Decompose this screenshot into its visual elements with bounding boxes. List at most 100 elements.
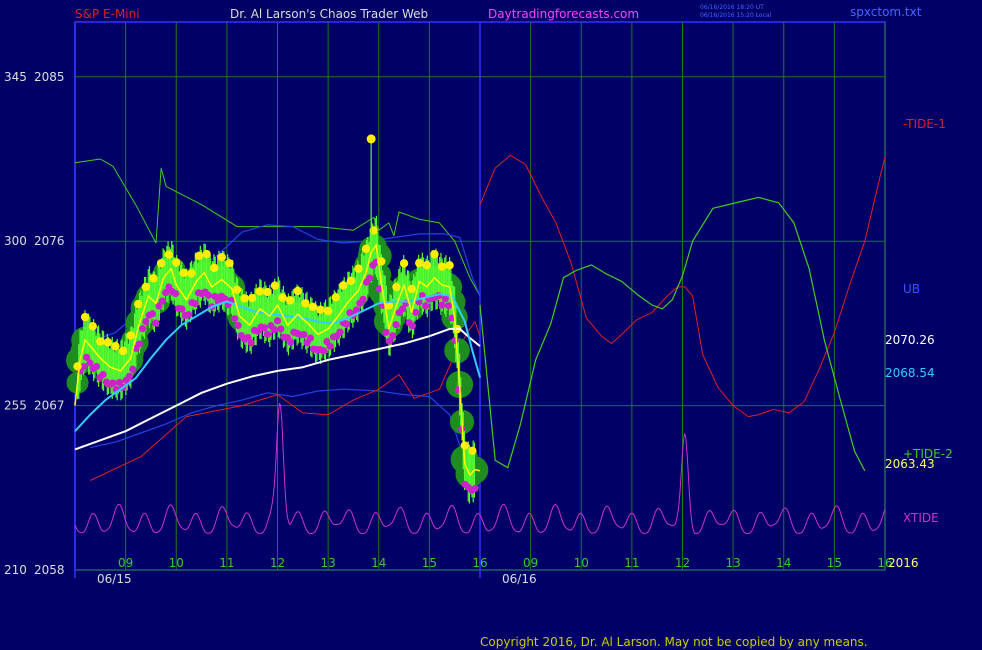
high-marker: [399, 259, 409, 268]
high-marker: [407, 284, 416, 294]
low-marker: [273, 317, 282, 325]
high-marker: [339, 281, 348, 290]
low-marker: [359, 295, 367, 303]
low-marker: [277, 325, 285, 333]
low-marker: [306, 334, 315, 342]
author-title: Dr. Al Larson's Chaos Trader Web: [230, 7, 428, 21]
tide2-line: [479, 196, 866, 472]
high-marker: [422, 261, 432, 270]
high-marker: [194, 251, 204, 261]
high-marker: [210, 263, 219, 273]
low-marker: [382, 328, 390, 336]
high-marker: [103, 338, 113, 347]
low-marker: [99, 370, 107, 379]
low-marker: [471, 484, 479, 493]
low-marker: [451, 336, 459, 345]
low-marker: [234, 321, 242, 329]
low-marker: [138, 325, 147, 333]
high-marker: [415, 258, 424, 268]
x-tick-label: 09: [523, 556, 538, 570]
high-marker: [301, 299, 310, 308]
high-marker: [80, 312, 90, 322]
high-marker: [285, 296, 295, 305]
low-marker: [152, 319, 160, 327]
x-tick-label: 14: [776, 556, 791, 570]
y-tick-label-a: 345: [4, 70, 27, 84]
high-marker: [217, 253, 227, 262]
high-marker: [316, 305, 325, 314]
high-marker: [437, 262, 447, 271]
low-marker: [191, 300, 199, 308]
high-marker: [96, 337, 105, 346]
y-tick-label-a: 255: [4, 399, 27, 413]
x-tick-label: 11: [624, 556, 639, 570]
tide1-label: -TIDE-1: [903, 117, 946, 131]
x-tick-label: 13: [320, 556, 335, 570]
low-marker: [412, 308, 420, 316]
low-marker: [158, 297, 166, 305]
ub-label: UB: [903, 282, 920, 296]
timestamp-ut: 06/16/2016 18:20 UT: [700, 4, 764, 11]
y-tick-label-b: 2076: [34, 234, 65, 248]
x-tick-label: 15: [422, 556, 437, 570]
day-label: 06/15: [97, 572, 132, 586]
copyright-text: Copyright 2016, Dr. Al Larson. May not b…: [480, 635, 868, 649]
high-marker: [392, 282, 401, 292]
y-tick-label-b: 2058: [34, 563, 65, 577]
y-tick-label-a: 210: [4, 563, 27, 577]
high-marker: [346, 276, 356, 286]
x-tick-label: 13: [725, 556, 740, 570]
x-tick-label: 11: [219, 556, 234, 570]
low-marker: [343, 320, 351, 328]
high-marker: [460, 441, 470, 450]
data-file-label: spxctom.txt: [850, 5, 922, 19]
high-marker: [361, 244, 371, 254]
day-label: 06/16: [502, 572, 537, 586]
x-tick-label: 12: [270, 556, 285, 570]
high-marker: [247, 293, 257, 303]
low-marker: [264, 330, 272, 338]
low-marker: [204, 291, 212, 299]
low-marker: [287, 338, 295, 346]
low-marker: [129, 365, 137, 373]
low-marker: [109, 379, 117, 387]
low-marker: [326, 342, 334, 350]
x-tick-label: 10: [169, 556, 184, 570]
high-marker: [134, 299, 143, 309]
band-lower-line: [90, 388, 481, 490]
xtide-label: XTIDE: [903, 511, 939, 525]
low-marker: [445, 302, 453, 310]
high-marker: [308, 302, 318, 312]
low-marker: [171, 289, 180, 298]
last-price-value: 2063.43: [885, 457, 935, 471]
y-tick-label-b: 2067: [34, 399, 65, 413]
fast-average-value: 2068.54: [885, 366, 935, 380]
high-marker: [323, 306, 333, 316]
low-marker: [142, 318, 150, 326]
high-marker: [73, 362, 82, 371]
high-marker: [354, 264, 363, 273]
high-marker: [156, 259, 166, 268]
low-marker: [247, 339, 255, 347]
low-marker: [135, 340, 143, 348]
low-marker: [300, 330, 308, 339]
low-marker: [336, 328, 344, 336]
y-tick-label-b: 2085: [34, 70, 65, 84]
high-marker: [202, 249, 211, 259]
high-marker: [126, 331, 135, 340]
high-marker: [172, 258, 181, 267]
low-marker: [185, 310, 193, 319]
low-marker: [319, 347, 328, 355]
low-marker: [408, 322, 417, 330]
high-marker: [270, 281, 280, 290]
x-tick-label: 15: [827, 556, 842, 570]
low-marker: [438, 301, 446, 309]
low-marker: [366, 274, 374, 282]
high-marker: [255, 287, 264, 296]
high-marker: [187, 269, 196, 278]
high-marker: [225, 259, 234, 268]
high-marker: [111, 341, 120, 351]
low-marker: [260, 324, 268, 332]
chart-svg: S&P E-Mini Dr. Al Larson's Chaos Trader …: [4, 4, 953, 649]
spike-high-marker: [366, 134, 376, 144]
